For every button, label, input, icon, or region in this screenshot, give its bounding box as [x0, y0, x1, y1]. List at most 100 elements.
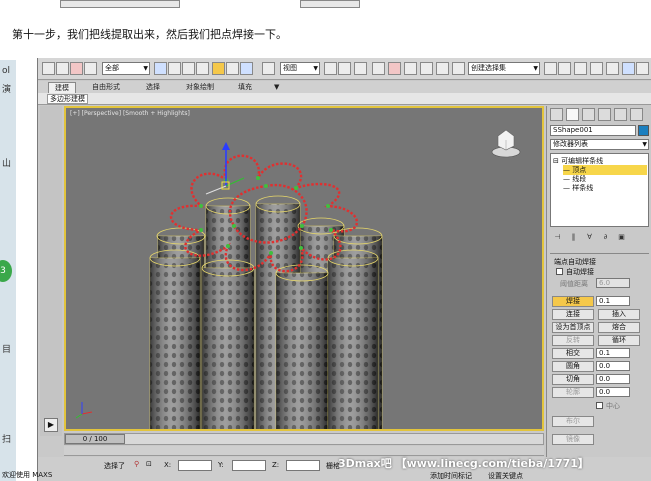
poly-modeling-label[interactable]: 多边形建模 — [47, 94, 88, 104]
auto-weld-label: 自动焊接 — [566, 268, 594, 276]
isolate-icon[interactable]: ⊡ — [146, 460, 152, 468]
threshold-label: 阈值距离 — [560, 280, 588, 288]
cross-insert-button[interactable]: 相交 — [552, 348, 594, 359]
hierarchy-tab-icon[interactable] — [582, 108, 595, 121]
keyboard-shortcut-icon[interactable] — [354, 62, 367, 75]
motion-tab-icon[interactable] — [598, 108, 611, 121]
green-badge: 3 — [0, 260, 12, 282]
outline-spinner[interactable]: 0.0 — [596, 387, 630, 397]
x-coord-field[interactable] — [178, 460, 212, 471]
window-crossing-icon[interactable] — [196, 62, 209, 75]
x-label: X: — [164, 461, 172, 469]
add-time-tag[interactable]: 添加时间标记 — [430, 471, 472, 481]
placement-icon[interactable] — [262, 62, 275, 75]
left-glyph-4: 扫 — [2, 435, 12, 445]
align-icon[interactable] — [558, 62, 571, 75]
remove-modifier-icon[interactable]: ∂ — [600, 232, 611, 243]
fillet-spinner[interactable]: 0.0 — [596, 361, 630, 371]
command-panel-tabs — [548, 107, 651, 123]
snaps-toggle-icon[interactable] — [372, 62, 385, 75]
object-color-swatch[interactable] — [638, 125, 649, 136]
redo-icon[interactable] — [56, 62, 69, 75]
undo-icon[interactable] — [42, 62, 55, 75]
scene-render — [75, 129, 521, 429]
scale-icon[interactable] — [240, 62, 253, 75]
pin-stack-icon[interactable]: ⊣ — [552, 232, 563, 243]
named-selection-dropdown[interactable]: 创建选择集 ▼ — [468, 62, 540, 75]
rect-selection-icon[interactable] — [182, 62, 195, 75]
connect-button[interactable]: 连接 — [552, 309, 594, 320]
link-icon[interactable] — [70, 62, 83, 75]
left-glyph-1: ol — [2, 66, 11, 76]
modifier-list-dropdown[interactable]: 修改器列表 ▼ — [550, 139, 649, 150]
pivot-icon[interactable] — [324, 62, 337, 75]
reverse-button[interactable]: 反转 — [552, 335, 594, 346]
chamfer-spinner[interactable]: 0.0 — [596, 374, 630, 384]
make-unique-icon[interactable]: ∀ — [584, 232, 595, 243]
perspective-viewport[interactable]: [+] [Perspective] [Smooth + Highlights] — [64, 106, 544, 431]
ribbon-options-dropdown[interactable]: ▼ — [268, 82, 285, 93]
display-tab-icon[interactable] — [614, 108, 627, 121]
ribbon-subbar: 多边形建模 — [38, 93, 651, 105]
ribbon-tab-selection[interactable]: 选择 — [140, 82, 166, 93]
left-viewport-bar: ▶ — [40, 106, 62, 436]
show-end-result-icon[interactable]: ‖ — [568, 232, 579, 243]
object-name-field[interactable]: SShape001 — [550, 125, 636, 136]
edit-named-sel-icon[interactable] — [436, 62, 449, 75]
set-key-label[interactable]: 设置关键点 — [488, 471, 523, 481]
percent-snap-icon[interactable] — [404, 62, 417, 75]
lock-selection-icon[interactable]: ⚲ — [134, 460, 139, 468]
auto-weld-checkbox[interactable] — [556, 268, 563, 275]
threshold-spinner[interactable]: 6.0 — [596, 278, 630, 288]
ref-coord-dropdown[interactable]: 视图 ▼ — [280, 62, 320, 75]
ribbon-tab-object-paint[interactable]: 对象绘制 — [180, 82, 220, 93]
chamfer-button[interactable]: 切角 — [552, 374, 594, 385]
ribbon-tab-populate[interactable]: 填充 — [232, 82, 258, 93]
configure-sets-icon[interactable]: ▣ — [616, 232, 627, 243]
create-tab-icon[interactable] — [550, 108, 563, 121]
make-first-button[interactable]: 设为首顶点 — [552, 322, 594, 333]
time-slider[interactable]: 0 / 100 — [64, 433, 544, 445]
selected-status: 选择了 — [104, 462, 125, 470]
spinner-snap-icon[interactable] — [420, 62, 433, 75]
boolean-button[interactable]: 布尔 — [552, 416, 594, 427]
welcome-maxscript: 欢迎使用 MAXS — [2, 471, 53, 479]
outline-button[interactable]: 轮廓 — [552, 387, 594, 398]
site-watermark: 3Dmax吧 【www.linecg.com/tieba/1771】 — [338, 457, 589, 470]
cross-insert-spinner[interactable]: 0.1 — [596, 348, 630, 358]
weld-spinner[interactable]: 0.1 — [596, 296, 630, 306]
angle-snap-icon[interactable] — [388, 62, 401, 75]
z-coord-field[interactable] — [286, 460, 320, 471]
render-setup-icon[interactable] — [636, 62, 649, 75]
mirror-icon[interactable] — [544, 62, 557, 75]
selection-filter-dropdown[interactable]: 全部 ▼ — [102, 62, 150, 75]
fillet-button[interactable]: 圆角 — [552, 361, 594, 372]
center-checkbox[interactable] — [596, 402, 603, 409]
select-manipulate-icon[interactable] — [338, 62, 351, 75]
mirror-button[interactable]: 镜像 — [552, 434, 594, 445]
graphite-icon[interactable] — [590, 62, 603, 75]
curve-editor-icon[interactable] — [606, 62, 619, 75]
modify-tab-icon[interactable] — [566, 108, 579, 121]
time-slider-thumb[interactable]: 0 / 100 — [65, 434, 125, 444]
unlink-icon[interactable] — [84, 62, 97, 75]
center-label: 中心 — [606, 402, 620, 410]
cycle-button[interactable]: 循环 — [598, 335, 640, 346]
fuse-button[interactable]: 熔合 — [598, 322, 640, 333]
select-object-icon[interactable] — [154, 62, 167, 75]
insert-button[interactable]: 插入 — [598, 309, 640, 320]
select-by-name-icon[interactable] — [168, 62, 181, 75]
chevron-down-icon: ▼ — [143, 65, 148, 72]
ribbon-tab-freeform[interactable]: 自由形式 — [86, 82, 126, 93]
material-editor-icon[interactable] — [622, 62, 635, 75]
ribbon-tab-modeling[interactable]: 建模 — [48, 82, 76, 93]
stack-item-spline[interactable]: — 样条线 — [563, 183, 593, 193]
play-icon[interactable]: ▶ — [44, 418, 58, 432]
named-sel-edit-icon[interactable] — [452, 62, 465, 75]
weld-button[interactable]: 焊接 — [552, 296, 594, 307]
rotate-icon[interactable] — [226, 62, 239, 75]
y-coord-field[interactable] — [232, 460, 266, 471]
move-icon[interactable] — [212, 62, 225, 75]
utilities-tab-icon[interactable] — [630, 108, 643, 121]
layer-manager-icon[interactable] — [574, 62, 587, 75]
